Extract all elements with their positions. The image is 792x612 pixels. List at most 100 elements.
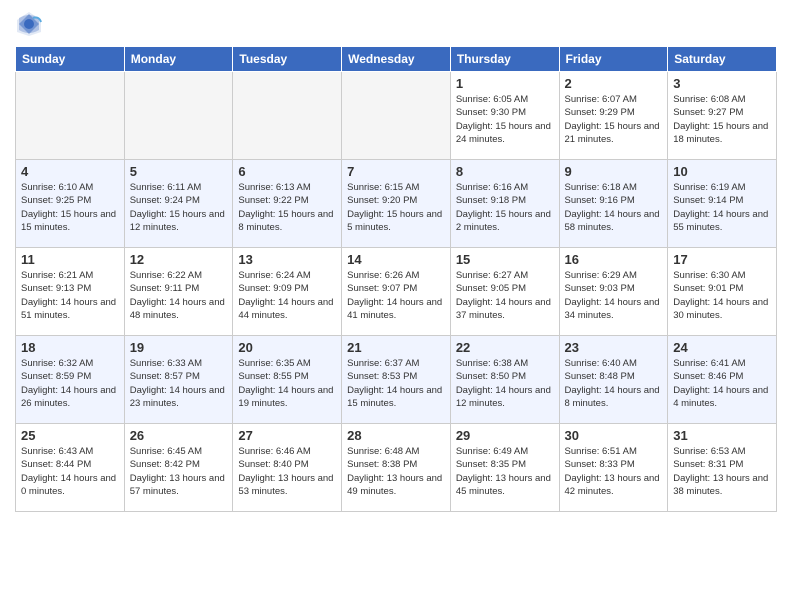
day-info: Sunrise: 6:15 AM Sunset: 9:20 PM Dayligh… — [347, 181, 445, 234]
col-header-friday: Friday — [559, 47, 668, 72]
calendar-cell: 25 Sunrise: 6:43 AM Sunset: 8:44 PM Dayli… — [16, 424, 125, 512]
day-info: Sunrise: 6:08 AM Sunset: 9:27 PM Dayligh… — [673, 93, 771, 146]
day-info: Sunrise: 6:26 AM Sunset: 9:07 PM Dayligh… — [347, 269, 445, 322]
week-row-0: 1 Sunrise: 6:05 AM Sunset: 9:30 PM Daylig… — [16, 72, 777, 160]
calendar-cell: 28 Sunrise: 6:48 AM Sunset: 8:38 PM Dayli… — [342, 424, 451, 512]
calendar-cell: 29 Sunrise: 6:49 AM Sunset: 8:35 PM Dayli… — [450, 424, 559, 512]
day-number: 31 — [673, 428, 771, 443]
day-number: 24 — [673, 340, 771, 355]
day-number: 15 — [456, 252, 554, 267]
day-number: 12 — [130, 252, 228, 267]
day-info: Sunrise: 6:35 AM Sunset: 8:55 PM Dayligh… — [238, 357, 336, 410]
calendar-header-row: SundayMondayTuesdayWednesdayThursdayFrid… — [16, 47, 777, 72]
calendar-cell: 22 Sunrise: 6:38 AM Sunset: 8:50 PM Dayli… — [450, 336, 559, 424]
day-info: Sunrise: 6:21 AM Sunset: 9:13 PM Dayligh… — [21, 269, 119, 322]
day-info: Sunrise: 6:53 AM Sunset: 8:31 PM Dayligh… — [673, 445, 771, 498]
day-info: Sunrise: 6:49 AM Sunset: 8:35 PM Dayligh… — [456, 445, 554, 498]
day-info: Sunrise: 6:07 AM Sunset: 9:29 PM Dayligh… — [565, 93, 663, 146]
day-number: 2 — [565, 76, 663, 91]
day-info: Sunrise: 6:48 AM Sunset: 8:38 PM Dayligh… — [347, 445, 445, 498]
day-info: Sunrise: 6:10 AM Sunset: 9:25 PM Dayligh… — [21, 181, 119, 234]
day-number: 25 — [21, 428, 119, 443]
day-info: Sunrise: 6:13 AM Sunset: 9:22 PM Dayligh… — [238, 181, 336, 234]
logo — [15, 10, 47, 38]
col-header-saturday: Saturday — [668, 47, 777, 72]
calendar-cell: 2 Sunrise: 6:07 AM Sunset: 9:29 PM Daylig… — [559, 72, 668, 160]
calendar-cell: 10Sunrise: 6:19 AM Sunset: 9:14 PM Dayli… — [668, 160, 777, 248]
day-number: 23 — [565, 340, 663, 355]
calendar-cell: 16 Sunrise: 6:29 AM Sunset: 9:03 PM Dayli… — [559, 248, 668, 336]
day-number: 16 — [565, 252, 663, 267]
day-number: 1 — [456, 76, 554, 91]
calendar-cell: 9 Sunrise: 6:18 AM Sunset: 9:16 PM Daylig… — [559, 160, 668, 248]
day-info: Sunrise: 6:43 AM Sunset: 8:44 PM Dayligh… — [21, 445, 119, 498]
calendar-cell: 15 Sunrise: 6:27 AM Sunset: 9:05 PM Dayli… — [450, 248, 559, 336]
calendar-cell: 7Sunrise: 6:15 AM Sunset: 9:20 PM Daylig… — [342, 160, 451, 248]
day-number: 4 — [21, 164, 119, 179]
week-row-3: 18Sunrise: 6:32 AM Sunset: 8:59 PM Dayli… — [16, 336, 777, 424]
day-info: Sunrise: 6:30 AM Sunset: 9:01 PM Dayligh… — [673, 269, 771, 322]
day-number: 28 — [347, 428, 445, 443]
day-info: Sunrise: 6:29 AM Sunset: 9:03 PM Dayligh… — [565, 269, 663, 322]
day-info: Sunrise: 6:38 AM Sunset: 8:50 PM Dayligh… — [456, 357, 554, 410]
calendar-cell — [342, 72, 451, 160]
day-info: Sunrise: 6:51 AM Sunset: 8:33 PM Dayligh… — [565, 445, 663, 498]
calendar-cell: 3 Sunrise: 6:08 AM Sunset: 9:27 PM Daylig… — [668, 72, 777, 160]
calendar-cell: 21 Sunrise: 6:37 AM Sunset: 8:53 PM Dayli… — [342, 336, 451, 424]
calendar-cell: 30 Sunrise: 6:51 AM Sunset: 8:33 PM Dayli… — [559, 424, 668, 512]
day-number: 9 — [565, 164, 663, 179]
day-info: Sunrise: 6:18 AM Sunset: 9:16 PM Dayligh… — [565, 181, 663, 234]
day-number: 17 — [673, 252, 771, 267]
calendar-cell — [124, 72, 233, 160]
day-number: 22 — [456, 340, 554, 355]
day-number: 21 — [347, 340, 445, 355]
day-info: Sunrise: 6:19 AM Sunset: 9:14 PM Dayligh… — [673, 181, 771, 234]
calendar-cell — [16, 72, 125, 160]
calendar: SundayMondayTuesdayWednesdayThursdayFrid… — [15, 46, 777, 512]
day-number: 6 — [238, 164, 336, 179]
calendar-cell: 23 Sunrise: 6:40 AM Sunset: 8:48 PM Dayli… — [559, 336, 668, 424]
header — [15, 10, 777, 38]
calendar-cell: 1 Sunrise: 6:05 AM Sunset: 9:30 PM Daylig… — [450, 72, 559, 160]
day-info: Sunrise: 6:27 AM Sunset: 9:05 PM Dayligh… — [456, 269, 554, 322]
calendar-cell: 20 Sunrise: 6:35 AM Sunset: 8:55 PM Dayli… — [233, 336, 342, 424]
week-row-2: 11Sunrise: 6:21 AM Sunset: 9:13 PM Dayli… — [16, 248, 777, 336]
calendar-cell: 6 Sunrise: 6:13 AM Sunset: 9:22 PM Daylig… — [233, 160, 342, 248]
day-number: 18 — [21, 340, 119, 355]
col-header-monday: Monday — [124, 47, 233, 72]
day-info: Sunrise: 6:05 AM Sunset: 9:30 PM Dayligh… — [456, 93, 554, 146]
day-info: Sunrise: 6:33 AM Sunset: 8:57 PM Dayligh… — [130, 357, 228, 410]
day-info: Sunrise: 6:16 AM Sunset: 9:18 PM Dayligh… — [456, 181, 554, 234]
page: SundayMondayTuesdayWednesdayThursdayFrid… — [0, 0, 792, 612]
day-info: Sunrise: 6:11 AM Sunset: 9:24 PM Dayligh… — [130, 181, 228, 234]
day-number: 3 — [673, 76, 771, 91]
day-number: 14 — [347, 252, 445, 267]
calendar-cell — [233, 72, 342, 160]
calendar-cell: 24 Sunrise: 6:41 AM Sunset: 8:46 PM Dayli… — [668, 336, 777, 424]
day-number: 5 — [130, 164, 228, 179]
calendar-cell: 8 Sunrise: 6:16 AM Sunset: 9:18 PM Daylig… — [450, 160, 559, 248]
calendar-cell: 18Sunrise: 6:32 AM Sunset: 8:59 PM Dayli… — [16, 336, 125, 424]
day-number: 20 — [238, 340, 336, 355]
week-row-1: 4 Sunrise: 6:10 AM Sunset: 9:25 PM Daylig… — [16, 160, 777, 248]
col-header-tuesday: Tuesday — [233, 47, 342, 72]
calendar-cell: 4 Sunrise: 6:10 AM Sunset: 9:25 PM Daylig… — [16, 160, 125, 248]
day-info: Sunrise: 6:46 AM Sunset: 8:40 PM Dayligh… — [238, 445, 336, 498]
calendar-cell: 5 Sunrise: 6:11 AM Sunset: 9:24 PM Daylig… — [124, 160, 233, 248]
day-number: 30 — [565, 428, 663, 443]
day-info: Sunrise: 6:22 AM Sunset: 9:11 PM Dayligh… — [130, 269, 228, 322]
calendar-cell: 19Sunrise: 6:33 AM Sunset: 8:57 PM Dayli… — [124, 336, 233, 424]
day-number: 13 — [238, 252, 336, 267]
day-info: Sunrise: 6:37 AM Sunset: 8:53 PM Dayligh… — [347, 357, 445, 410]
day-number: 29 — [456, 428, 554, 443]
calendar-cell: 26Sunrise: 6:45 AM Sunset: 8:42 PM Dayli… — [124, 424, 233, 512]
week-row-4: 25 Sunrise: 6:43 AM Sunset: 8:44 PM Dayli… — [16, 424, 777, 512]
calendar-cell: 13 Sunrise: 6:24 AM Sunset: 9:09 PM Dayli… — [233, 248, 342, 336]
day-number: 26 — [130, 428, 228, 443]
day-number: 8 — [456, 164, 554, 179]
day-info: Sunrise: 6:40 AM Sunset: 8:48 PM Dayligh… — [565, 357, 663, 410]
day-info: Sunrise: 6:24 AM Sunset: 9:09 PM Dayligh… — [238, 269, 336, 322]
calendar-cell: 11Sunrise: 6:21 AM Sunset: 9:13 PM Dayli… — [16, 248, 125, 336]
day-info: Sunrise: 6:41 AM Sunset: 8:46 PM Dayligh… — [673, 357, 771, 410]
calendar-cell: 27Sunrise: 6:46 AM Sunset: 8:40 PM Dayli… — [233, 424, 342, 512]
